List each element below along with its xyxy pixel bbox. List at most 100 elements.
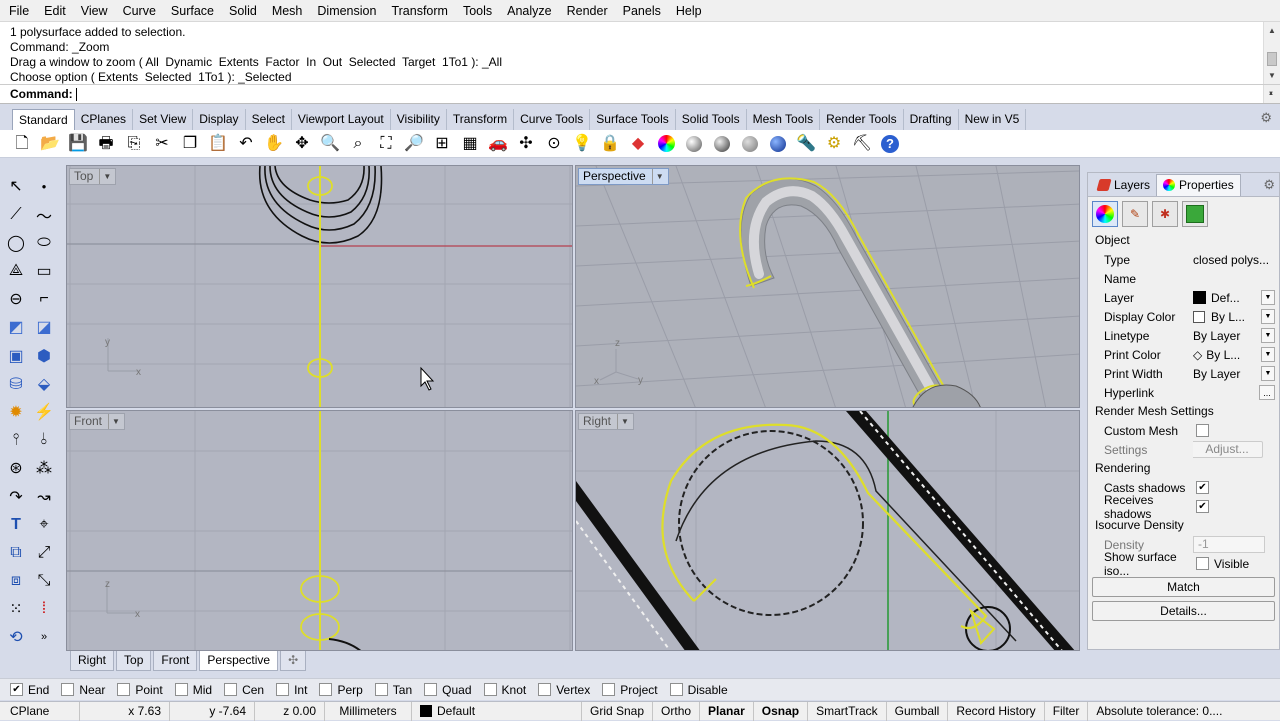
tool-icon[interactable]: ⛏	[850, 133, 874, 155]
casts-shadows-checkbox[interactable]: ✔	[1196, 481, 1209, 494]
osnap-checkbox[interactable]	[669, 683, 683, 696]
orient-icon[interactable]: ⤡	[32, 569, 56, 593]
menu-panels[interactable]: Panels	[616, 0, 669, 22]
bend-icon[interactable]: ↷	[4, 485, 28, 509]
cplane-icon[interactable]: ⊙	[542, 133, 566, 155]
viewport-tab-top[interactable]: Top	[116, 651, 152, 671]
object-snap-icon[interactable]: ✣	[514, 133, 538, 155]
zoom-icon[interactable]: 🔍	[318, 133, 342, 155]
point-icon[interactable]: ●	[32, 174, 56, 198]
osnap-point[interactable]: Point	[117, 683, 163, 697]
osnap-checkbox[interactable]	[117, 683, 131, 696]
print-color-dropdown[interactable]: ◇ By L... ▼	[1193, 347, 1279, 362]
toolbar-tab-solid-tools[interactable]: Solid Tools	[676, 109, 747, 130]
menu-solid[interactable]: Solid	[222, 0, 265, 22]
osnap-near[interactable]: Near	[61, 683, 105, 697]
copy-icon[interactable]: ❐	[178, 133, 202, 155]
color-wheel-icon[interactable]	[654, 133, 678, 155]
viewport-perspective[interactable]: Perspective ▼ z x y	[575, 165, 1080, 408]
menu-transform[interactable]: Transform	[384, 0, 456, 22]
curve-icon[interactable]: 〜	[32, 203, 56, 227]
gumball-toggle[interactable]: Gumball	[887, 701, 949, 721]
units-label[interactable]: Millimeters	[325, 701, 412, 721]
rectangle-icon[interactable]: ▭	[32, 259, 56, 283]
gear-icon[interactable]: ⚙	[1260, 110, 1272, 126]
save-icon[interactable]: 💾	[66, 133, 90, 155]
filter-toggle[interactable]: Filter	[1045, 701, 1089, 721]
menu-view[interactable]: View	[74, 0, 116, 22]
planar-toggle[interactable]: Planar	[700, 701, 754, 721]
group-icon[interactable]: ⊛	[4, 456, 28, 480]
grid-icon[interactable]: ▦	[458, 133, 482, 155]
osnap-disable[interactable]: Disable	[669, 683, 728, 697]
select-arrow-icon[interactable]: ↖	[4, 174, 28, 198]
block-icon[interactable]: ⧈	[4, 569, 28, 593]
zoom-extents-icon[interactable]: ⛶	[374, 133, 398, 155]
viewport-front-label[interactable]: Front ▼	[69, 413, 125, 430]
scale-icon[interactable]: ⤢	[32, 541, 56, 565]
command-scroll[interactable]: ▲ ▼	[1263, 85, 1280, 103]
paste-icon[interactable]: 📋	[206, 133, 230, 155]
osnap-int[interactable]: Int	[276, 683, 307, 697]
help-icon[interactable]: ?	[878, 133, 902, 155]
osnap-vertex[interactable]: Vertex	[538, 683, 590, 697]
extrude-icon[interactable]: ◪	[32, 315, 56, 339]
distribute-icon[interactable]: ⁞	[32, 597, 56, 621]
viewport-tab-right[interactable]: Right	[70, 651, 115, 671]
toolbar-tab-mesh-tools[interactable]: Mesh Tools	[747, 109, 821, 130]
menu-render[interactable]: Render	[560, 0, 616, 22]
options-gear-icon[interactable]: ⚙	[822, 133, 846, 155]
scroll-down-icon[interactable]: ▼	[1268, 85, 1274, 103]
toolbar-tab-visibility[interactable]: Visibility	[391, 109, 447, 130]
toolbar-tab-new-in-v5[interactable]: New in V5	[959, 109, 1027, 130]
split-icon[interactable]: ⫯	[4, 428, 28, 452]
import-icon[interactable]: ⎘	[122, 133, 146, 155]
boolean-icon[interactable]: ⬢	[32, 344, 56, 368]
scroll-up-icon[interactable]: ▲	[1268, 23, 1276, 38]
mesh-icon[interactable]: ⬙	[32, 372, 56, 396]
toolbar-tab-standard[interactable]: Standard	[12, 109, 75, 130]
osnap-checkbox[interactable]	[424, 683, 438, 696]
menu-dimension[interactable]: Dimension	[310, 0, 384, 22]
panel-gear-icon[interactable]: ⚙	[1263, 177, 1275, 193]
details-button[interactable]: Details...	[1092, 601, 1275, 621]
menu-tools[interactable]: Tools	[456, 0, 500, 22]
osnap-checkbox[interactable]	[174, 683, 188, 696]
layer-icon[interactable]: ◆	[626, 133, 650, 155]
zoom-selected-icon[interactable]: 🔎	[402, 133, 426, 155]
toolbar-tab-set-view[interactable]: Set View	[133, 109, 194, 130]
toolbar-tab-curve-tools[interactable]: Curve Tools	[514, 109, 591, 130]
rotate-view-icon[interactable]: ✥	[290, 133, 314, 155]
viewport-right[interactable]: Right ▼	[575, 410, 1080, 651]
menu-mesh[interactable]: Mesh	[265, 0, 311, 22]
osnap-checkbox[interactable]	[319, 683, 333, 696]
tab-properties[interactable]: Properties	[1156, 173, 1241, 196]
box-icon[interactable]: ▣	[4, 344, 28, 368]
cylinder-icon[interactable]: ⛁	[4, 372, 28, 396]
scroll-thumb[interactable]	[1267, 52, 1277, 66]
join-icon[interactable]: ⫰	[32, 428, 56, 452]
object-properties-icon[interactable]	[1092, 201, 1118, 227]
ungroup-icon[interactable]: ⁂	[32, 456, 56, 480]
twist-icon[interactable]: ↝	[32, 485, 56, 509]
osnap-cen[interactable]: Cen	[224, 683, 264, 697]
osnap-end[interactable]: ✔ End	[10, 683, 49, 697]
osnap-quad[interactable]: Quad	[424, 683, 472, 697]
viewport-tab-front[interactable]: Front	[153, 651, 198, 671]
layer-dropdown[interactable]: Def... ▼	[1193, 290, 1279, 305]
viewport-top-label[interactable]: Top ▼	[69, 168, 117, 185]
viewport-tab-perspective[interactable]: Perspective	[199, 651, 279, 671]
polyline-icon[interactable]: ⟋	[4, 203, 28, 227]
lamp-icon[interactable]: 🔦	[794, 133, 818, 155]
visible-checkbox[interactable]	[1196, 557, 1209, 570]
viewport-top[interactable]: Top ▼ y x	[66, 165, 573, 408]
toolbar-tab-render-tools[interactable]: Render Tools	[820, 109, 904, 130]
osnap-checkbox[interactable]	[538, 683, 552, 696]
polygon-icon[interactable]: ⟁	[4, 259, 28, 283]
render-sphere-icon[interactable]	[738, 133, 762, 155]
shaded-sphere-icon[interactable]	[710, 133, 734, 155]
fillet-icon[interactable]: ⌐	[32, 287, 56, 311]
text-icon[interactable]: T	[4, 513, 28, 537]
menu-edit[interactable]: Edit	[37, 0, 74, 22]
tab-layers[interactable]: Layers	[1092, 174, 1156, 196]
